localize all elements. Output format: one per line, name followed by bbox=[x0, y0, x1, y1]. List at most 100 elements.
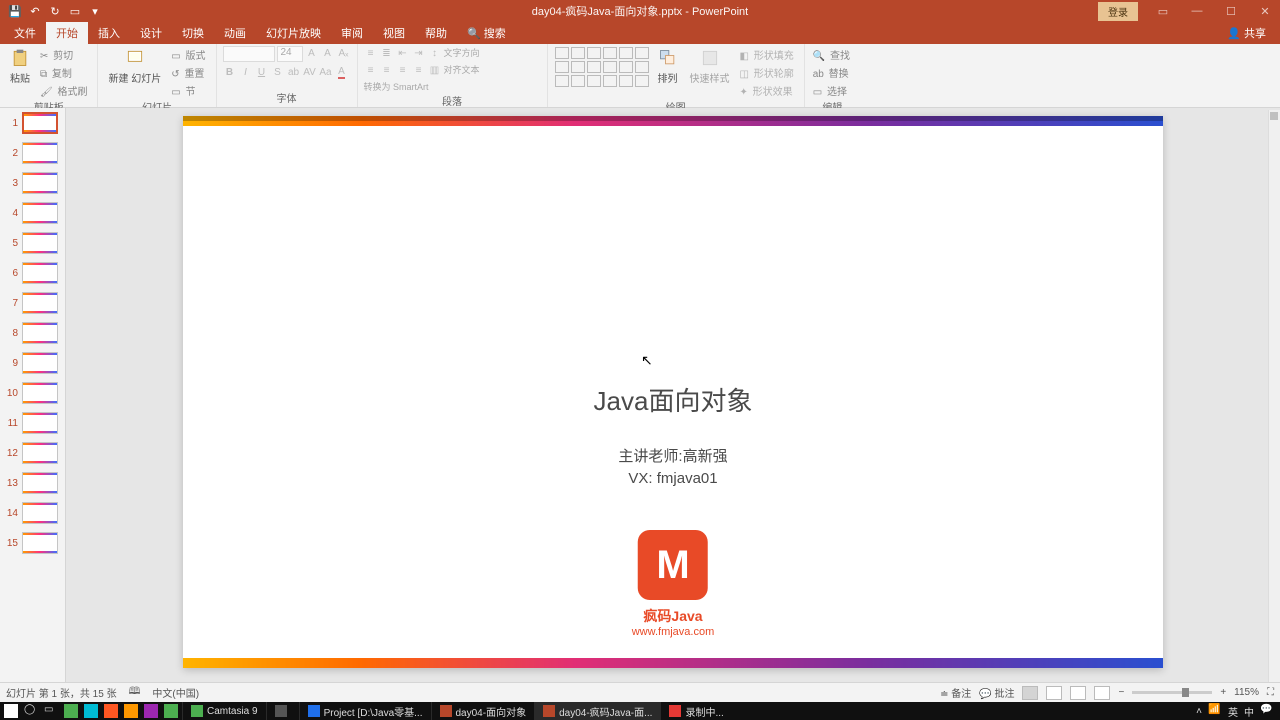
line-spacing-icon[interactable]: ↕ bbox=[428, 46, 442, 60]
thumbnail-slide[interactable]: 4 bbox=[0, 198, 65, 228]
spacing-icon[interactable]: AV bbox=[303, 65, 317, 79]
shape-outline-button[interactable]: ◫ 形状轮廓 bbox=[738, 64, 798, 81]
thumbnail-slide[interactable]: 5 bbox=[0, 228, 65, 258]
decrease-font-icon[interactable]: A bbox=[321, 46, 335, 60]
thumbnail-slide[interactable]: 8 bbox=[0, 318, 65, 348]
tray-icon[interactable] bbox=[64, 704, 78, 718]
view-normal-button[interactable] bbox=[1022, 686, 1038, 700]
thumbnail-slide[interactable]: 1 bbox=[0, 108, 65, 138]
align-left-icon[interactable]: ≡ bbox=[364, 63, 378, 77]
bold-icon[interactable]: B bbox=[223, 65, 237, 79]
underline-icon[interactable]: U bbox=[255, 65, 269, 79]
layout-button[interactable]: ▭ 版式 bbox=[169, 46, 209, 63]
tab-home[interactable]: 开始 bbox=[46, 22, 88, 44]
zoom-out-button[interactable]: − bbox=[1118, 687, 1124, 698]
copy-button[interactable]: ⧉ 复制 bbox=[38, 64, 91, 81]
undo-icon[interactable]: ↶ bbox=[28, 4, 42, 18]
reset-button[interactable]: ↺ 重置 bbox=[169, 64, 209, 81]
quick-styles-button[interactable]: 快速样式 bbox=[686, 46, 734, 87]
shadow-icon[interactable]: ab bbox=[287, 65, 301, 79]
slide[interactable]: Java面向对象 主讲老师:高新强 VX: fmjava01 M 疯码Java … bbox=[183, 116, 1163, 668]
shape-fill-button[interactable]: ◧ 形状填充 bbox=[738, 46, 798, 63]
new-slide-button[interactable]: 新建 幻灯片 bbox=[104, 46, 165, 87]
thumbnail-slide[interactable]: 10 bbox=[0, 378, 65, 408]
indent-inc-icon[interactable]: ⇥ bbox=[412, 46, 426, 60]
justify-icon[interactable]: ≡ bbox=[412, 63, 426, 77]
minimize-icon[interactable]: ― bbox=[1182, 0, 1212, 22]
clear-format-icon[interactable]: Aₓ bbox=[337, 46, 351, 60]
italic-icon[interactable]: I bbox=[239, 65, 253, 79]
tab-view[interactable]: 视图 bbox=[373, 22, 415, 44]
align-center-icon[interactable]: ≡ bbox=[380, 63, 394, 77]
font-size-input[interactable]: 24 bbox=[277, 46, 303, 62]
ribbon-options-icon[interactable]: ▭ bbox=[1148, 0, 1178, 22]
slideshow-start-icon[interactable]: ▭ bbox=[68, 4, 82, 18]
taskbar-app[interactable]: 录制中... bbox=[660, 702, 731, 720]
tray-icon[interactable] bbox=[144, 704, 158, 718]
vertical-scrollbar[interactable] bbox=[1268, 110, 1280, 682]
text-direction-button[interactable]: 文字方向 bbox=[444, 46, 480, 60]
case-icon[interactable]: Aa bbox=[319, 65, 333, 79]
action-center-icon[interactable]: 💬 bbox=[1260, 704, 1274, 718]
language-indicator[interactable]: 中文(中国) bbox=[152, 685, 199, 700]
cut-button[interactable]: ✂ 剪切 bbox=[38, 46, 91, 63]
taskbar-app[interactable]: Camtasia 9 bbox=[182, 702, 266, 720]
start-icon[interactable] bbox=[4, 704, 18, 718]
notes-button[interactable]: ≐ 备注 bbox=[940, 685, 971, 700]
thumbnail-slide[interactable]: 14 bbox=[0, 498, 65, 528]
qat-more-icon[interactable]: ▾ bbox=[88, 4, 102, 18]
columns-icon[interactable]: ▥ bbox=[428, 63, 442, 77]
tray-icon[interactable] bbox=[104, 704, 118, 718]
tray-chevron-icon[interactable]: ˄ bbox=[1196, 706, 1202, 717]
align-right-icon[interactable]: ≡ bbox=[396, 63, 410, 77]
view-slideshow-button[interactable] bbox=[1094, 686, 1110, 700]
zoom-level[interactable]: 115% bbox=[1234, 687, 1259, 698]
taskbar-app[interactable]: Project [D:\Java零基... bbox=[299, 702, 431, 720]
taskview-icon[interactable]: ▭ bbox=[44, 704, 58, 718]
paste-button[interactable]: 粘贴 bbox=[6, 46, 34, 87]
search-field[interactable]: 🔍 搜索 bbox=[457, 22, 516, 44]
shape-gallery[interactable] bbox=[554, 46, 650, 88]
thumbnail-slide[interactable]: 9 bbox=[0, 348, 65, 378]
network-icon[interactable]: 📶 bbox=[1208, 704, 1222, 718]
thumbnail-slide[interactable]: 12 bbox=[0, 438, 65, 468]
font-color-icon[interactable]: A bbox=[335, 65, 349, 79]
view-sorter-button[interactable] bbox=[1046, 686, 1062, 700]
tab-design[interactable]: 设计 bbox=[130, 22, 172, 44]
taskbar-app[interactable]: day04-面向对象 bbox=[431, 702, 535, 720]
share-button[interactable]: 👤 共享 bbox=[1221, 22, 1272, 44]
tab-insert[interactable]: 插入 bbox=[88, 22, 130, 44]
tray-icon[interactable] bbox=[164, 704, 178, 718]
thumbnail-slide[interactable]: 6 bbox=[0, 258, 65, 288]
strike-icon[interactable]: S bbox=[271, 65, 285, 79]
select-button[interactable]: ▭ 选择 bbox=[811, 82, 854, 99]
shape-effects-button[interactable]: ✦ 形状效果 bbox=[738, 82, 798, 99]
save-icon[interactable]: 💾 bbox=[8, 4, 22, 18]
thumbnail-slide[interactable]: 11 bbox=[0, 408, 65, 438]
close-icon[interactable]: ✕ bbox=[1250, 0, 1280, 22]
comments-button[interactable]: 💬 批注 bbox=[979, 685, 1014, 700]
tray-icon[interactable] bbox=[124, 704, 138, 718]
slide-canvas-area[interactable]: Java面向对象 主讲老师:高新强 VX: fmjava01 M 疯码Java … bbox=[66, 108, 1280, 682]
font-name-input[interactable] bbox=[223, 46, 275, 62]
ime-indicator[interactable]: 英 bbox=[1228, 704, 1238, 719]
thumbnail-slide[interactable]: 15 bbox=[0, 528, 65, 558]
align-text-button[interactable]: 对齐文本 bbox=[444, 63, 480, 77]
find-button[interactable]: 🔍 查找 bbox=[811, 46, 854, 63]
view-reading-button[interactable] bbox=[1070, 686, 1086, 700]
tab-review[interactable]: 审阅 bbox=[331, 22, 373, 44]
arrange-button[interactable]: 排列 bbox=[654, 46, 682, 87]
increase-font-icon[interactable]: A bbox=[305, 46, 319, 60]
replace-button[interactable]: ab 替换 bbox=[811, 64, 854, 81]
tab-slideshow[interactable]: 幻灯片放映 bbox=[256, 22, 331, 44]
tray-icon[interactable] bbox=[84, 704, 98, 718]
indent-dec-icon[interactable]: ⇤ bbox=[396, 46, 410, 60]
slide-thumbnail-panel[interactable]: 123456789101112131415 bbox=[0, 108, 66, 682]
thumbnail-slide[interactable]: 7 bbox=[0, 288, 65, 318]
maximize-icon[interactable]: ☐ bbox=[1216, 0, 1246, 22]
fit-window-button[interactable]: ⛶ bbox=[1267, 687, 1274, 698]
bullets-icon[interactable]: ≡ bbox=[364, 46, 378, 60]
taskbar-app[interactable] bbox=[266, 702, 299, 720]
tab-help[interactable]: 帮助 bbox=[415, 22, 457, 44]
numbering-icon[interactable]: ≣ bbox=[380, 46, 394, 60]
